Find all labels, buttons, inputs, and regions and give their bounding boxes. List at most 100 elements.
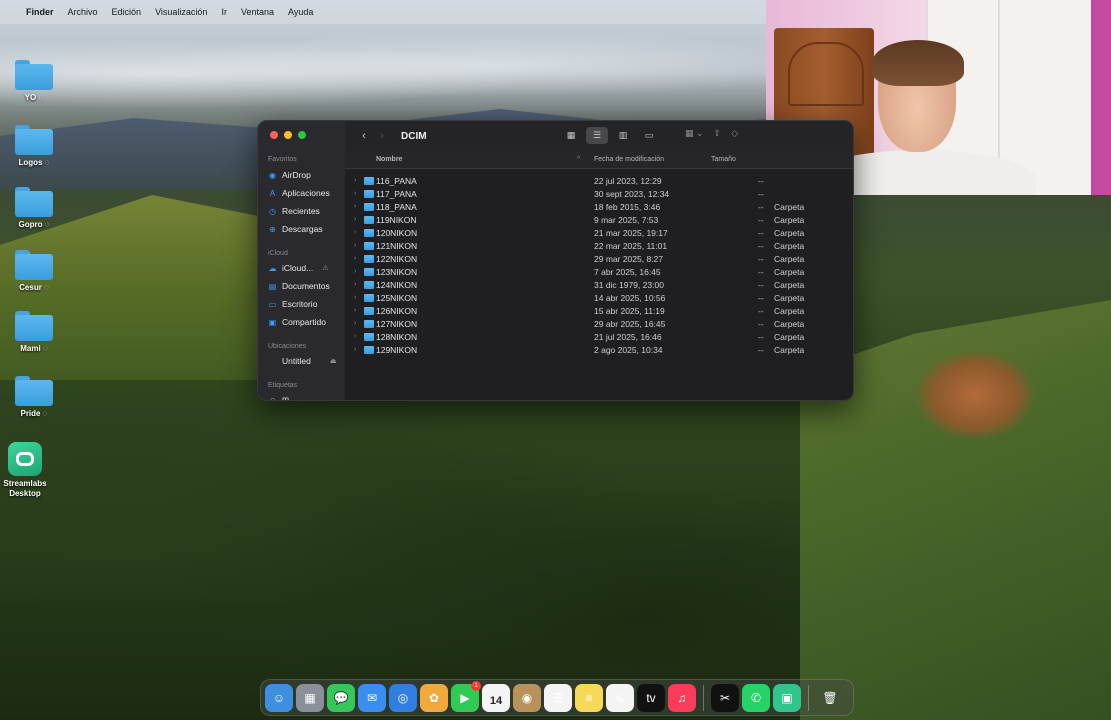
disclosure-chevron-icon[interactable]: › [354, 177, 356, 184]
table-row[interactable]: › 125NIKON 14 abr 2025, 10:56 -- Carpeta [345, 292, 853, 305]
disclosure-chevron-icon[interactable]: › [354, 281, 356, 288]
menu-ayuda[interactable]: Ayuda [288, 7, 313, 17]
icloud-status-icon: ◌ [42, 344, 48, 353]
disclosure-chevron-icon[interactable]: › [354, 255, 356, 262]
folder-icon [364, 307, 374, 315]
icon-view-button[interactable]: ▦ [560, 127, 582, 144]
file-date: 2 ago 2025, 10:34 [594, 345, 663, 355]
table-row[interactable]: › 116_PANA 22 jul 2023, 12:29 -- [345, 175, 853, 188]
back-button[interactable]: ‹ [355, 130, 373, 142]
freeform-icon[interactable]: ∿ [606, 683, 634, 712]
calendar-icon[interactable]: 14 [482, 683, 510, 712]
disclosure-chevron-icon[interactable]: › [354, 307, 356, 314]
close-window-button[interactable] [270, 131, 278, 139]
table-row[interactable]: › 127NIKON 29 abr 2025, 16:45 -- Carpeta [345, 318, 853, 331]
folder-icon [364, 294, 374, 302]
table-row[interactable]: › 120NIKON 21 mar 2025, 19:17 -- Carpeta [345, 227, 853, 240]
table-row[interactable]: › 121NIKON 22 mar 2025, 11:01 -- Carpeta [345, 240, 853, 253]
minimize-window-button[interactable] [284, 131, 292, 139]
table-row[interactable]: › 128NIKON 21 jul 2025, 16:46 -- Carpeta [345, 331, 853, 344]
sidebar-item-untitled[interactable]: Untitled ⏏ [268, 356, 336, 366]
file-date: 30 sept 2023, 12:34 [594, 189, 670, 199]
menu-ir[interactable]: Ir [221, 7, 227, 17]
disclosure-chevron-icon[interactable]: › [354, 216, 356, 223]
airdrop-icon: ◉ [269, 170, 276, 180]
table-row[interactable]: › 119NIKON 9 mar 2025, 7:53 -- Carpeta [345, 214, 853, 227]
menu-visualizacion[interactable]: Visualización [155, 7, 207, 17]
downloads-icon: ⊕ [269, 224, 276, 234]
contacts-icon[interactable]: ◉ [513, 683, 541, 712]
disclosure-chevron-icon[interactable]: › [354, 333, 356, 340]
zoom-window-button[interactable] [298, 131, 306, 139]
notes-icon[interactable]: ≡ [575, 683, 603, 712]
column-date[interactable]: Fecha de modificación [594, 156, 664, 163]
table-row[interactable]: › 122NIKON 29 mar 2025, 8:27 -- Carpeta [345, 253, 853, 266]
appletv-icon[interactable]: tv [637, 683, 665, 712]
forward-button[interactable]: › [373, 130, 391, 142]
column-name[interactable]: Nombre [376, 156, 402, 163]
sidebar-item-aplicaciones[interactable]: A Aplicaciones [268, 188, 330, 198]
disclosure-chevron-icon[interactable]: › [354, 268, 356, 275]
column-view-button[interactable]: ▥ [612, 127, 634, 144]
menu-ventana[interactable]: Ventana [241, 7, 274, 17]
disclosure-chevron-icon[interactable]: › [354, 294, 356, 301]
share-icon[interactable]: ⇪ [714, 128, 722, 139]
table-row[interactable]: › 117_PANA 30 sept 2023, 12:34 -- [345, 188, 853, 201]
table-row[interactable]: › 123NIKON 7 abr 2025, 16:45 -- Carpeta [345, 266, 853, 279]
desktop-folder-cesur[interactable]: Cesur ◌ [8, 250, 60, 293]
whatsapp-icon[interactable]: ✆ [742, 683, 770, 712]
table-row[interactable]: › 118_PANA 18 feb 2015, 3:46 -- Carpeta [345, 201, 853, 214]
eject-icon[interactable]: ⏏ [330, 357, 337, 365]
disclosure-chevron-icon[interactable]: › [354, 229, 356, 236]
disclosure-chevron-icon[interactable]: › [354, 320, 356, 327]
sidebar-item-compartido[interactable]: ▣ Compartido [268, 317, 326, 327]
desktop-folder-pride[interactable]: Pride ◌ [8, 376, 60, 419]
menu-edicion[interactable]: Edición [112, 7, 142, 17]
menu-archivo[interactable]: Archivo [68, 7, 98, 17]
sidebar-item-recientes[interactable]: ◷ Recientes [268, 206, 320, 216]
disclosure-chevron-icon[interactable]: › [354, 190, 356, 197]
streamlabs-dock-icon[interactable]: ▣ [773, 683, 801, 712]
trash-icon[interactable]: 🗑 [816, 684, 844, 712]
sidebar-item-icloud-drive[interactable]: ☁ iCloud... ⚠ [268, 263, 329, 273]
folder-icon [364, 229, 374, 237]
table-row[interactable]: › 129NIKON 2 ago 2025, 10:34 -- Carpeta [345, 344, 853, 357]
sidebar-item-escritorio[interactable]: ▭ Escritorio [268, 299, 318, 309]
mail-icon[interactable]: ✉ [358, 683, 386, 712]
sidebar-item-airdrop[interactable]: ◉ AirDrop [268, 170, 311, 180]
tag-icon[interactable]: ◇ [731, 128, 738, 139]
sidebar-item-documentos[interactable]: ▤ Documentos [268, 281, 330, 291]
desktop-folder-mami[interactable]: Mami ◌ [8, 311, 60, 354]
sidebar-item-label: Compartido [282, 317, 326, 327]
sidebar-item-descargas[interactable]: ⊕ Descargas [268, 224, 323, 234]
desktop-folder-logos[interactable]: Logos ◌ [8, 125, 60, 168]
group-button[interactable]: ▦ ⌄ [685, 128, 704, 139]
icloud-icon: ☁ [268, 263, 277, 273]
reminders-icon[interactable]: ☰ [544, 683, 572, 712]
messages-icon[interactable]: 💬 [327, 683, 355, 712]
desktop-folder-gopro[interactable]: Gopro ◌ [8, 187, 60, 230]
file-kind: Carpeta [774, 319, 805, 329]
column-size[interactable]: Tamaño [711, 156, 736, 163]
sidebar-item-tag[interactable]: ○ m [268, 394, 289, 400]
list-view-button[interactable]: ☰ [586, 127, 608, 144]
column-header: Nombre ^ Fecha de modificación Tamaño [345, 151, 853, 169]
table-row[interactable]: › 126NIKON 15 abr 2025, 11:19 -- Carpeta [345, 305, 853, 318]
finder-icon[interactable]: ☺ [265, 683, 293, 712]
file-list: › 116_PANA 22 jul 2023, 12:29 -- › 117_PANA 30… [345, 175, 853, 357]
disclosure-chevron-icon[interactable]: › [354, 346, 356, 353]
desktop-folder-yo[interactable]: YO ◌ [8, 60, 60, 103]
launchpad-icon[interactable]: ▦ [296, 683, 324, 712]
menu-app-name[interactable]: Finder [26, 7, 54, 17]
facetime-icon[interactable]: ▶ 1 [451, 680, 481, 712]
capcut-icon[interactable]: ✂ [711, 683, 739, 712]
photos-icon[interactable]: ✿ [420, 683, 448, 712]
gallery-view-button[interactable]: ▭ [638, 127, 660, 144]
desktop-app-streamlabs[interactable]: Streamlabs Desktop [0, 442, 50, 499]
music-icon[interactable]: ♫ [668, 683, 696, 712]
safari-icon[interactable]: ◎ [389, 683, 417, 712]
toolbar-actions: ▦ ⌄ ⇪ ◇ [685, 128, 738, 139]
disclosure-chevron-icon[interactable]: › [354, 203, 356, 210]
disclosure-chevron-icon[interactable]: › [354, 242, 356, 249]
table-row[interactable]: › 124NIKON 31 dic 1979, 23:00 -- Carpeta [345, 279, 853, 292]
